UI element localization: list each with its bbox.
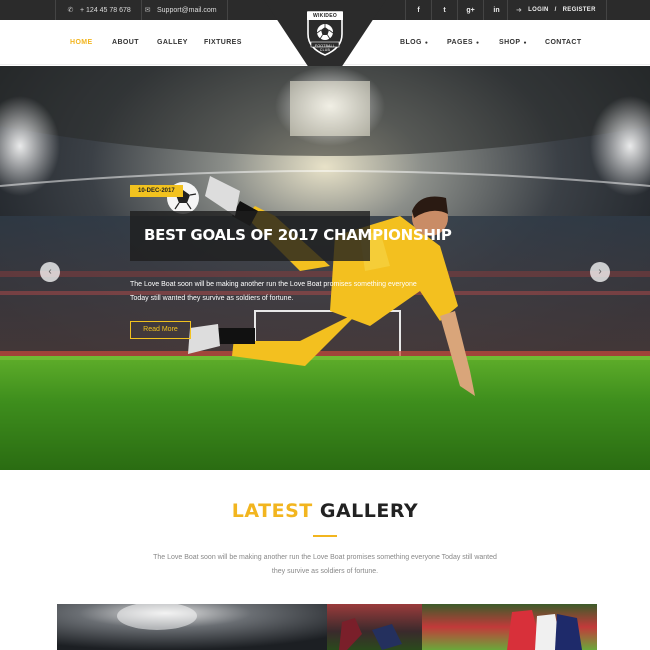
nav-contact[interactable]: CONTACT xyxy=(545,20,582,65)
nav-blog-label: BLOG xyxy=(400,39,422,46)
nav-shop-label: SHOP xyxy=(499,39,521,46)
facebook-icon[interactable]: f xyxy=(405,0,431,20)
login-separator: / xyxy=(554,7,557,13)
email-contact[interactable]: ✉ Support@mail.com xyxy=(133,0,228,20)
register-link[interactable]: REGISTER xyxy=(563,7,596,13)
nav-home[interactable]: HOME xyxy=(70,20,93,65)
nav-gallery[interactable]: GALLEY xyxy=(157,20,188,65)
phone-icon: ✆ xyxy=(67,7,74,14)
gallery-title: LATEST GALLERY xyxy=(0,500,650,522)
post-date-badge: 10-DEC-2017 xyxy=(130,185,183,197)
google-plus-icon[interactable]: g+ xyxy=(457,0,483,20)
dropdown-dot-icon: ● xyxy=(424,40,429,46)
dropdown-dot-icon: ● xyxy=(523,40,527,46)
nav-about[interactable]: ABOUT xyxy=(112,20,139,65)
login-link[interactable]: LOGIN xyxy=(528,7,549,13)
login-register: ➜ LOGIN / REGISTER xyxy=(507,0,607,20)
title-divider xyxy=(313,535,337,537)
gallery-title-rest: GALLERY xyxy=(319,500,419,522)
nav-pages-label: PAGES xyxy=(447,39,473,46)
envelope-icon: ✉ xyxy=(144,7,151,14)
hero-title-box: BEST GOALS OF 2017 CHAMPIONSHIP xyxy=(130,211,452,261)
phone-contact[interactable]: ✆ + 124 45 78 678 xyxy=(55,0,142,20)
slider-prev-button[interactable]: ‹ xyxy=(40,262,60,282)
gallery-title-highlight: LATEST xyxy=(231,500,313,522)
nav-fixtures[interactable]: FIXTURES xyxy=(204,20,242,65)
read-more-button[interactable]: Read More xyxy=(130,321,191,339)
linkedin-icon[interactable]: in xyxy=(483,0,509,20)
hero-description: The Love Boat soon will be making anothe… xyxy=(130,281,417,302)
twitter-icon[interactable]: t xyxy=(431,0,457,20)
gallery-description: The Love Boat soon will be making anothe… xyxy=(153,554,497,575)
dropdown-dot-icon: ● xyxy=(476,40,480,46)
email-address: Support@mail.com xyxy=(157,6,217,14)
hero-title: BEST GOALS OF 2017 CHAMPIONSHIP xyxy=(144,226,452,244)
gallery-thumbnails xyxy=(57,604,597,650)
gallery-images xyxy=(57,604,597,650)
hero-slider: ‹ › 10-DEC-2017 BEST GOALS OF 2017 CHAMP… xyxy=(0,66,650,470)
logo-tagline: FOOTBALL CLUB xyxy=(315,44,335,52)
logo-name: WIKIDEO xyxy=(312,13,338,19)
nav-blog[interactable]: BLOG ● xyxy=(400,20,428,65)
hero-background-image xyxy=(0,66,650,470)
sign-in-icon: ➜ xyxy=(516,7,523,14)
slider-next-button[interactable]: › xyxy=(590,262,610,282)
nav-pages[interactable]: PAGES ● xyxy=(447,20,479,65)
phone-number: + 124 45 78 678 xyxy=(80,6,131,14)
nav-shop[interactable]: SHOP ● xyxy=(499,20,527,65)
